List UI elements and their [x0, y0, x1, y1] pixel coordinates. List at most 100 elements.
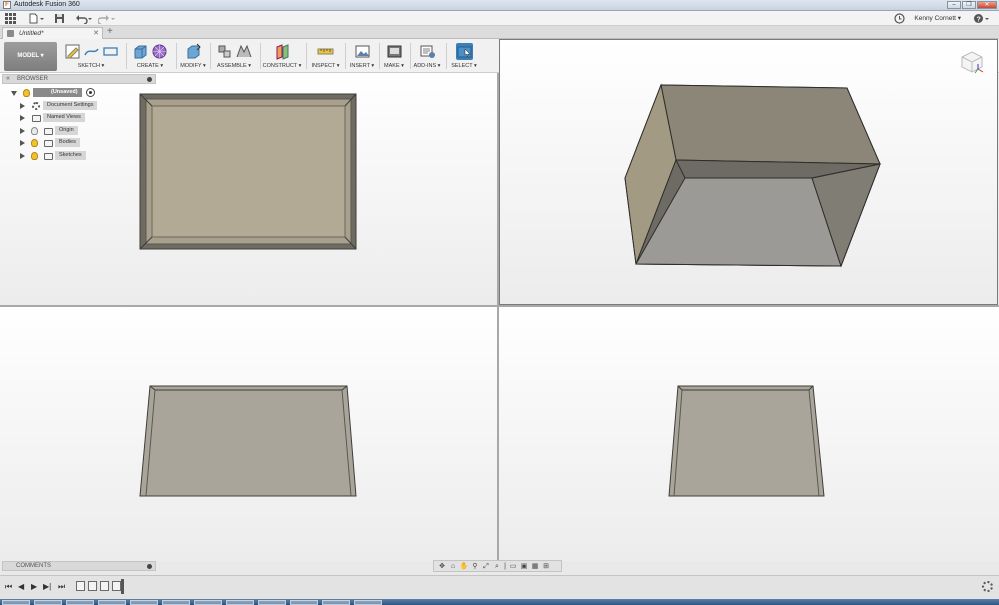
insert-image-icon[interactable] — [354, 43, 371, 60]
expand-arrow-icon[interactable] — [20, 127, 25, 134]
viewcube[interactable] — [958, 47, 986, 75]
taskbar-button[interactable] — [66, 600, 94, 605]
close-tab-icon[interactable]: ✕ — [93, 29, 99, 37]
taskbar-button[interactable] — [130, 600, 158, 605]
undo-icon[interactable] — [75, 13, 93, 25]
taskbar-button[interactable] — [194, 600, 222, 605]
visibility-bulb-icon[interactable] — [31, 126, 38, 135]
viewport-perspective[interactable] — [499, 39, 998, 305]
make-group[interactable]: MAKE ▾ — [381, 41, 407, 71]
3d-print-icon[interactable] — [386, 43, 403, 60]
viewport-divider-horizontal[interactable] — [0, 305, 999, 307]
expand-arrow-icon[interactable] — [20, 102, 25, 109]
workspace-switcher[interactable]: MODEL ▾ — [4, 42, 57, 71]
orbit-icon[interactable]: ✥ — [437, 562, 447, 571]
grid-icon[interactable]: ▦ — [530, 562, 540, 571]
step-forward-icon[interactable]: ▶| — [43, 582, 51, 591]
line-icon[interactable] — [83, 43, 100, 60]
select-group[interactable]: SELECT ▾ — [450, 41, 478, 71]
tree-item-origin[interactable]: Origin — [8, 125, 158, 139]
go-to-end-icon[interactable]: ⏭ — [58, 582, 65, 592]
assemble-group[interactable]: ASSEMBLE ▾ — [212, 41, 256, 71]
document-tab[interactable]: Untitled* ✕ — [2, 27, 103, 39]
collapse-panel-icon[interactable]: « — [6, 75, 10, 82]
construct-group[interactable]: CONSTRUCT ▾ — [262, 41, 302, 71]
taskbar-button[interactable] — [98, 600, 126, 605]
rectangle-icon[interactable] — [102, 43, 119, 60]
taskbar-button[interactable] — [162, 600, 190, 605]
sphere-icon[interactable] — [151, 43, 168, 60]
file-menu-icon[interactable] — [29, 13, 45, 24]
browser-panel-header[interactable]: « BROWSER — [2, 74, 156, 84]
comments-pin-icon[interactable] — [147, 564, 152, 569]
go-to-start-icon[interactable]: ⏮ — [5, 582, 12, 592]
modify-group[interactable]: MODIFY ▾ — [178, 41, 208, 71]
user-account-menu[interactable]: Kenny Cornett ▾ — [914, 14, 961, 22]
visibility-bulb-icon[interactable] — [31, 151, 38, 160]
taskbar-button[interactable] — [226, 600, 254, 605]
job-status-clock-icon[interactable] — [894, 13, 905, 24]
create-group[interactable]: CREATE ▾ — [129, 41, 171, 71]
viewport-front[interactable] — [0, 307, 497, 561]
timeline-feature-sketch[interactable] — [76, 581, 85, 591]
viewport-right[interactable] — [499, 307, 999, 561]
activate-component-icon[interactable] — [86, 88, 95, 97]
taskbar-button[interactable] — [2, 600, 30, 605]
data-panel-grid-icon[interactable] — [5, 13, 16, 24]
tree-item-document-settings[interactable]: Document Settings — [8, 100, 158, 114]
insert-group[interactable]: INSERT ▾ — [348, 41, 376, 71]
visibility-bulb-icon[interactable] — [31, 139, 38, 147]
expand-arrow-icon[interactable] — [20, 152, 25, 159]
measure-icon[interactable] — [317, 43, 334, 60]
fit-icon[interactable]: ⤢ — [481, 562, 491, 571]
sketch-group[interactable]: SKETCH ▾ — [60, 41, 122, 71]
timeline-feature-cut[interactable] — [112, 581, 121, 591]
close-window-button[interactable]: ✕ — [977, 1, 997, 9]
viewport-divider-vertical[interactable] — [497, 73, 499, 561]
timeline-feature-shell[interactable] — [100, 581, 109, 591]
addins-group[interactable]: ADD-INS ▾ — [412, 41, 442, 71]
inspect-group[interactable]: INSPECT ▾ — [309, 41, 342, 71]
taskbar-button[interactable] — [290, 600, 318, 605]
pan-hand-icon[interactable]: ✋ — [459, 562, 469, 571]
timeline-marker[interactable] — [121, 579, 124, 594]
taskbar-button[interactable] — [322, 600, 350, 605]
visual-style-icon[interactable]: ▣ — [519, 562, 529, 571]
redo-icon[interactable] — [97, 13, 116, 25]
create-sketch-icon[interactable] — [64, 43, 81, 60]
extrude-icon[interactable] — [132, 43, 149, 60]
taskbar-button[interactable] — [34, 600, 62, 605]
tree-item-named-views[interactable]: Named Views — [8, 113, 158, 126]
taskbar-button[interactable] — [258, 600, 286, 605]
display-settings-icon[interactable]: ▭ — [508, 562, 518, 571]
expand-arrow-icon[interactable] — [20, 140, 25, 146]
zoom-window-icon[interactable]: ⌕ — [492, 562, 502, 571]
help-icon[interactable]: ? — [973, 13, 991, 24]
zoom-icon[interactable]: ⚲ — [470, 562, 480, 571]
comments-panel[interactable]: COMMENTS — [2, 561, 156, 571]
taskbar-button[interactable] — [354, 600, 382, 605]
select-cursor-icon[interactable] — [455, 42, 473, 60]
expand-arrow-icon[interactable] — [20, 115, 25, 121]
tree-item-root[interactable]: (Unsaved) — [8, 88, 158, 101]
offset-plane-icon[interactable] — [274, 43, 291, 60]
minimize-button[interactable]: – — [947, 1, 961, 9]
new-component-icon[interactable] — [216, 43, 233, 60]
pin-icon[interactable] — [147, 77, 152, 82]
viewports-icon[interactable]: ⊞ — [541, 562, 551, 571]
press-pull-icon[interactable] — [185, 43, 202, 60]
timeline-settings-gear-icon[interactable] — [982, 581, 993, 592]
tree-item-bodies[interactable]: Bodies — [8, 138, 158, 151]
timeline-feature-extrude[interactable] — [88, 581, 97, 591]
look-at-icon[interactable]: ⌂ — [448, 562, 458, 571]
tree-item-sketches[interactable]: Sketches — [8, 150, 158, 164]
new-tab-button[interactable]: + — [107, 26, 113, 38]
visibility-bulb-icon[interactable] — [23, 89, 30, 97]
expand-arrow-icon[interactable] — [11, 91, 17, 99]
joint-icon[interactable] — [235, 43, 252, 60]
step-back-icon[interactable]: ◀ — [18, 582, 24, 591]
play-icon[interactable]: ▶ — [31, 582, 37, 591]
maximize-button[interactable]: ❐ — [962, 1, 976, 9]
scripts-addins-icon[interactable] — [419, 43, 436, 60]
save-icon[interactable] — [54, 13, 65, 24]
